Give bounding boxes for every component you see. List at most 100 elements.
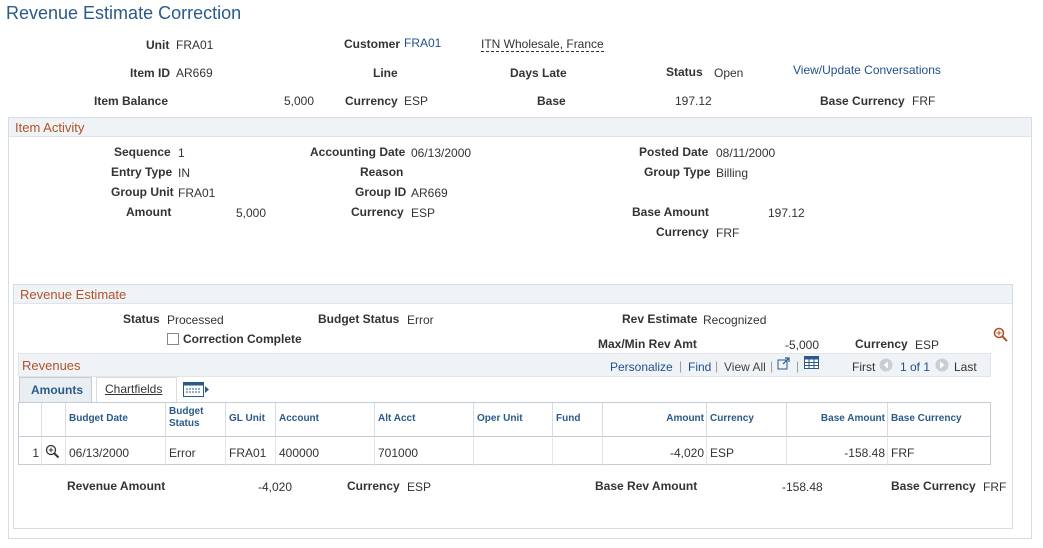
cell-oper-unit xyxy=(474,438,553,466)
page-title: Revenue Estimate Correction xyxy=(6,3,242,23)
separator: | xyxy=(679,359,683,373)
revenue-amount-label: Revenue Amount xyxy=(67,479,166,493)
activity-base-currency-value: FRF xyxy=(716,226,740,240)
correction-complete-checkbox[interactable] xyxy=(167,333,179,345)
col-budget-date[interactable]: Budget Date xyxy=(66,403,166,437)
bottom-currency-value: ESP xyxy=(407,480,432,494)
row-counter: 1 of 1 xyxy=(900,360,931,374)
col-gl-unit[interactable]: GL Unit xyxy=(226,403,276,437)
posted-date-value: 08/11/2000 xyxy=(716,146,776,160)
view-all-link[interactable]: View All xyxy=(724,360,766,374)
separator: | xyxy=(715,359,719,373)
unit-label: Unit xyxy=(146,38,170,52)
cell-gl-unit: FRA01 xyxy=(226,438,276,466)
revenues-title: Revenues xyxy=(22,358,81,373)
item-balance-label: Item Balance xyxy=(94,94,169,108)
posted-date-label: Posted Date xyxy=(639,145,709,159)
revenues-grid: Budget Date Budget Status GL Unit Accoun… xyxy=(18,402,991,466)
group-id-value: AR669 xyxy=(411,186,448,200)
row-detail-icon[interactable] xyxy=(42,438,66,466)
amount-label: Amount xyxy=(126,205,172,219)
line-label: Line xyxy=(373,66,398,80)
col-budget-status[interactable]: Budget Status xyxy=(166,403,226,437)
view-update-conversations-link[interactable]: View/Update Conversations xyxy=(793,63,941,77)
entry-type-label: Entry Type xyxy=(111,165,173,179)
grid-icon[interactable] xyxy=(804,356,819,372)
unit-value: FRA01 xyxy=(176,38,214,52)
customer-label: Customer xyxy=(344,37,401,51)
last-label: Last xyxy=(954,360,977,374)
cell-alt-acct: 701000 xyxy=(375,438,474,466)
reason-label: Reason xyxy=(360,165,404,179)
sequence-value: 1 xyxy=(178,146,185,160)
item-id-label: Item ID xyxy=(130,66,171,80)
cell-base-currency: FRF xyxy=(891,446,915,460)
activity-base-currency-label: Currency xyxy=(656,225,709,239)
group-unit-label: Group Unit xyxy=(111,185,174,199)
new-window-icon[interactable] xyxy=(777,357,791,373)
revenues-header-bar xyxy=(18,353,991,377)
cell-budget-status: Error xyxy=(166,438,226,466)
entry-type-value: IN xyxy=(178,166,190,180)
days-late-label: Days Late xyxy=(510,66,567,80)
currency-label: Currency xyxy=(345,94,398,108)
next-arrow-icon[interactable] xyxy=(935,358,949,375)
col-account[interactable]: Account xyxy=(276,403,375,437)
base-amount-value: 197.12 xyxy=(768,206,805,220)
grid-detail-header xyxy=(42,403,66,437)
status-value: Open xyxy=(714,66,744,80)
revenue-estimate-header: Revenue Estimate xyxy=(14,285,1012,304)
max-min-rev-amt-value: -5,000 xyxy=(785,338,820,352)
base-currency-value: FRF xyxy=(912,94,936,108)
personalize-link[interactable]: Personalize xyxy=(610,360,673,374)
rev-estimate-value: Recognized xyxy=(703,313,767,327)
activity-currency-label: Currency xyxy=(351,205,404,219)
row-number: 1 xyxy=(19,438,42,466)
item-activity-header: Item Activity xyxy=(9,118,1031,137)
re-currency-value: ESP xyxy=(915,338,940,352)
col-oper-unit[interactable]: Oper Unit xyxy=(474,403,553,437)
budget-status-label: Budget Status xyxy=(318,312,400,326)
customer-name[interactable]: ITN Wholesale, France xyxy=(481,37,604,52)
cell-fund xyxy=(553,438,603,466)
re-status-value: Processed xyxy=(167,313,224,327)
cell-currency: ESP xyxy=(707,438,787,466)
group-type-value: Billing xyxy=(716,166,749,180)
re-status-label: Status xyxy=(123,312,160,326)
col-alt-acct[interactable]: Alt Acct xyxy=(375,403,474,437)
group-unit-value: FRA01 xyxy=(178,186,216,200)
bottom-base-currency-value: FRF xyxy=(983,480,1007,494)
find-link[interactable]: Find xyxy=(688,360,711,374)
status-label: Status xyxy=(666,65,703,79)
group-id-label: Group ID xyxy=(355,185,407,199)
prev-arrow-icon[interactable] xyxy=(879,358,893,375)
base-amount-label: Base Amount xyxy=(632,205,709,219)
cell-base-amount: -158.48 xyxy=(787,438,888,466)
item-id-value: AR669 xyxy=(176,66,213,80)
accounting-date-label: Accounting Date xyxy=(310,145,406,159)
activity-currency-value: ESP xyxy=(411,206,436,220)
tab-amounts[interactable]: Amounts xyxy=(19,377,92,402)
col-currency[interactable]: Currency xyxy=(707,403,787,437)
amount-value: 5,000 xyxy=(236,206,267,220)
col-amount[interactable]: Amount xyxy=(603,403,707,437)
first-label: First xyxy=(852,360,876,374)
show-all-tabs-icon[interactable] xyxy=(183,382,210,400)
col-base-currency[interactable]: Base Currency xyxy=(888,403,990,437)
separator: | xyxy=(796,359,800,373)
base-currency-label: Base Currency xyxy=(820,94,905,108)
revenue-amount-value: -4,020 xyxy=(258,480,293,494)
rev-estimate-label: Rev Estimate xyxy=(622,312,698,326)
bottom-currency-label: Currency xyxy=(347,479,400,493)
group-type-label: Group Type xyxy=(644,165,711,179)
customer-id-link[interactable]: FRA01 xyxy=(404,36,441,50)
correction-complete-label: Correction Complete xyxy=(183,332,302,346)
col-base-amount[interactable]: Base Amount xyxy=(787,403,888,437)
currency-value: ESP xyxy=(404,94,429,108)
col-fund[interactable]: Fund xyxy=(553,403,603,437)
cell-amount: -4,020 xyxy=(603,438,707,466)
base-value: 197.12 xyxy=(675,94,712,108)
zoom-icon[interactable] xyxy=(993,327,1009,346)
re-currency-label: Currency xyxy=(855,337,908,351)
cell-account: 400000 xyxy=(276,438,375,466)
